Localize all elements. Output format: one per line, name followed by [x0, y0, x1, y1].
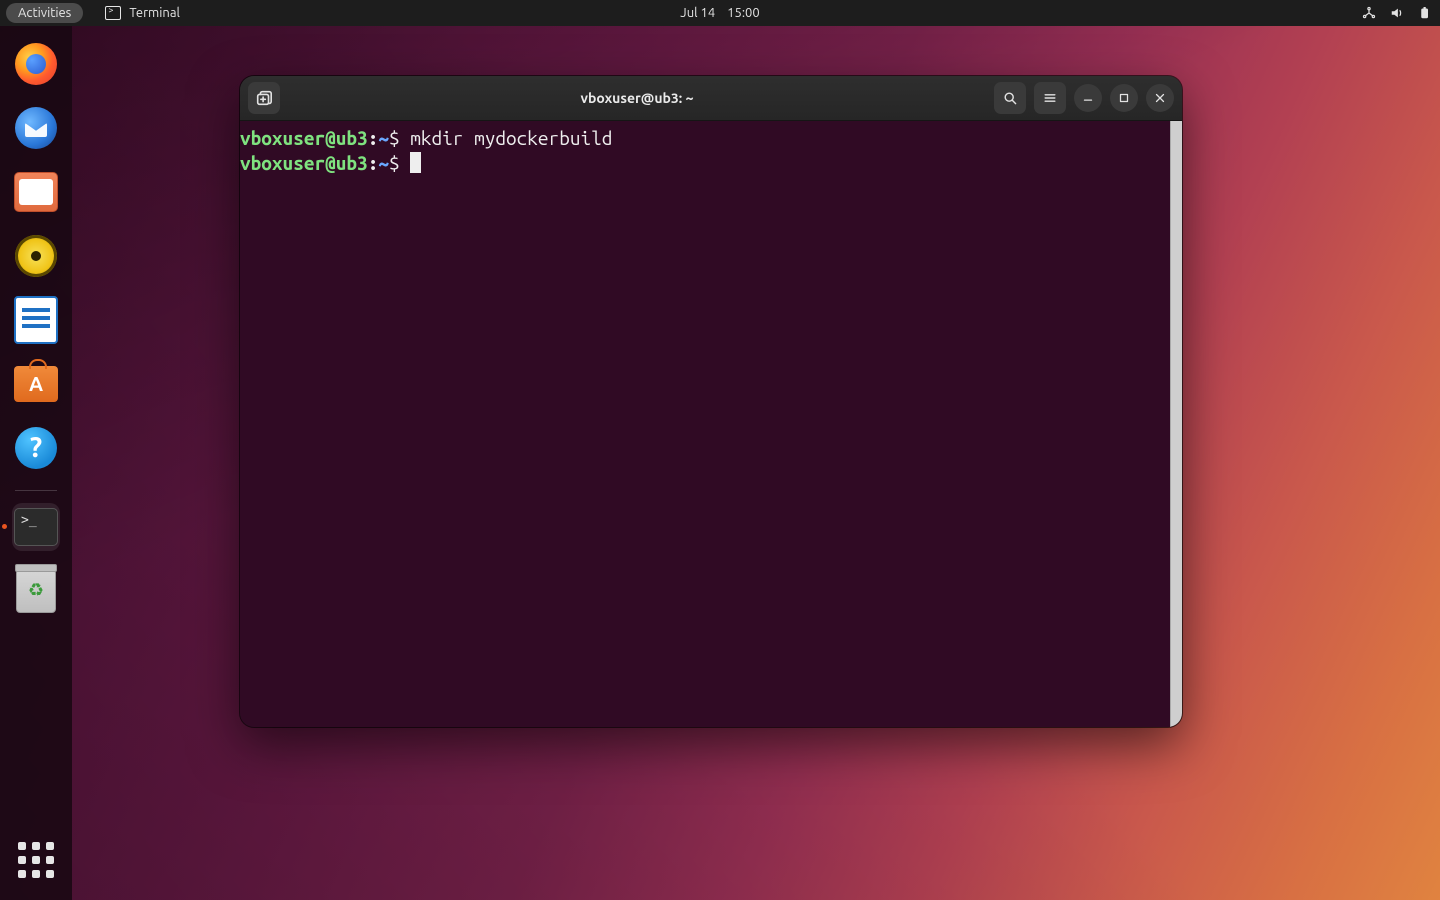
dock-divider: [15, 490, 57, 491]
network-icon: [1362, 6, 1376, 20]
terminal-line: vboxuser@ub3:~$: [240, 151, 1182, 176]
focused-app-name: Terminal: [129, 6, 180, 20]
battery-icon: [1418, 6, 1432, 20]
dock-terminal[interactable]: [12, 503, 60, 551]
system-tray[interactable]: [1362, 6, 1432, 20]
top-bar: Activities Terminal Jul 14 15:00: [0, 0, 1440, 26]
trash-icon: [16, 569, 56, 613]
date-label: Jul 14: [680, 6, 715, 20]
show-applications-button[interactable]: [12, 836, 60, 884]
terminal-area[interactable]: vboxuser@ub3:~$ mkdir mydockerbuildvboxu…: [240, 121, 1182, 727]
terminal-window: vboxuser@ub3: ~ vboxuser@ub3:~$ mkdir my…: [240, 76, 1182, 727]
window-titlebar[interactable]: vboxuser@ub3: ~: [240, 76, 1182, 121]
terminal-icon: [105, 6, 121, 20]
clock[interactable]: Jul 14 15:00: [680, 6, 759, 20]
dock-files[interactable]: [12, 168, 60, 216]
minimize-button[interactable]: [1074, 84, 1102, 112]
dock-help[interactable]: ?: [12, 424, 60, 472]
search-button[interactable]: [994, 82, 1026, 114]
dock-thunderbird[interactable]: [12, 104, 60, 152]
terminal-scrollbar[interactable]: [1170, 121, 1182, 727]
terminal-icon: [14, 508, 58, 546]
activities-label: Activities: [18, 6, 71, 20]
dock-software[interactable]: [12, 360, 60, 408]
new-tab-button[interactable]: [248, 82, 280, 114]
focused-app-indicator[interactable]: Terminal: [105, 6, 180, 20]
help-icon: ?: [15, 427, 57, 469]
dock-rhythmbox[interactable]: [12, 232, 60, 280]
volume-icon: [1390, 6, 1404, 20]
time-label: 15:00: [727, 6, 760, 20]
close-button[interactable]: [1146, 84, 1174, 112]
dock-writer[interactable]: [12, 296, 60, 344]
software-center-icon: [14, 366, 58, 402]
writer-icon: [14, 296, 58, 344]
terminal-cursor: [410, 152, 421, 173]
firefox-icon: [15, 43, 57, 85]
maximize-button[interactable]: [1110, 84, 1138, 112]
activities-button[interactable]: Activities: [6, 3, 83, 23]
dock: ?: [0, 26, 72, 900]
files-icon: [14, 172, 58, 212]
hamburger-menu-button[interactable]: [1034, 82, 1066, 114]
terminal-line: vboxuser@ub3:~$ mkdir mydockerbuild: [240, 126, 1182, 151]
thunderbird-icon: [15, 107, 57, 149]
dock-trash[interactable]: [12, 567, 60, 615]
dock-firefox[interactable]: [12, 40, 60, 88]
rhythmbox-icon: [15, 235, 57, 277]
window-title: vboxuser@ub3: ~: [288, 90, 986, 106]
